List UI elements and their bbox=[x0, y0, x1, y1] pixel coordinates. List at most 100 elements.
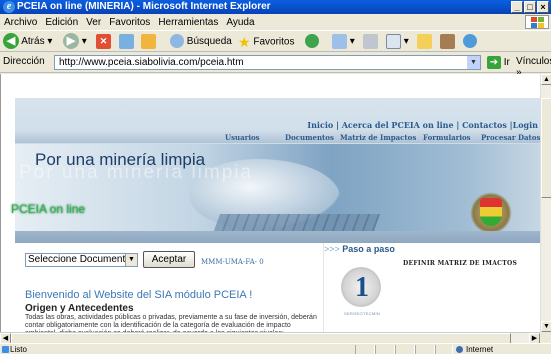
back-arrow-icon: ◀ bbox=[3, 33, 19, 50]
messenger-button[interactable] bbox=[463, 33, 477, 51]
edit-icon bbox=[386, 33, 401, 49]
top-links: Inicio | Acerca del PCEIA on line | Cont… bbox=[307, 120, 538, 130]
menu-herramientas[interactable]: Herramientas bbox=[154, 15, 222, 31]
nav-matriz-impactos[interactable]: Matriz de Impactos bbox=[340, 133, 416, 142]
horizontal-scrollbar[interactable]: ◀ ▶ bbox=[0, 332, 540, 344]
menu-ayuda[interactable]: Ayuda bbox=[222, 15, 258, 31]
favorites-label: Favoritos bbox=[253, 36, 295, 48]
link-login[interactable]: Login bbox=[513, 120, 538, 130]
mail-button[interactable]: ▾ bbox=[332, 33, 355, 51]
address-input[interactable]: http://www.pceia.siabolivia.com/pceia.ht… bbox=[54, 55, 481, 70]
messenger-icon bbox=[463, 34, 477, 49]
windows-logo-icon bbox=[525, 15, 549, 29]
column-divider bbox=[323, 243, 324, 332]
document-select[interactable]: Seleccione Documento ▼ bbox=[25, 253, 138, 267]
bolivia-crest-icon bbox=[470, 192, 512, 234]
refresh-button[interactable] bbox=[119, 33, 134, 51]
search-button[interactable]: Búsqueda bbox=[170, 33, 232, 51]
menu-archivo[interactable]: Archivo bbox=[0, 15, 41, 31]
home-icon bbox=[141, 33, 156, 49]
nav-formularios[interactable]: Formularios bbox=[423, 133, 471, 142]
status-cell bbox=[395, 345, 415, 354]
close-button[interactable]: × bbox=[537, 1, 549, 13]
maximize-button[interactable]: □ bbox=[524, 1, 536, 13]
paso-a-paso-link[interactable]: >>> Paso a paso bbox=[324, 244, 395, 254]
search-icon bbox=[170, 34, 184, 49]
edit-button[interactable]: ▾ bbox=[386, 33, 409, 51]
address-url: http://www.pceia.siabolivia.com/pceia.ht… bbox=[59, 57, 244, 68]
favorites-star-icon: ★ bbox=[238, 34, 251, 50]
minimize-button[interactable]: _ bbox=[511, 1, 523, 13]
forward-arrow-icon: ▶ bbox=[63, 33, 79, 50]
folder-icon bbox=[417, 33, 432, 49]
history-button[interactable] bbox=[305, 33, 319, 51]
vertical-scrollbar[interactable]: ▲ ▼ bbox=[540, 74, 551, 332]
menu-edicion[interactable]: Edición bbox=[41, 15, 82, 31]
back-label: Atrás bbox=[21, 36, 45, 47]
vertical-scroll-thumb[interactable] bbox=[541, 98, 551, 198]
page-viewport: Inicio | Acerca del PCEIA on line | Cont… bbox=[0, 74, 540, 332]
document-code: MMM-UMA-FA- 0 bbox=[201, 258, 264, 266]
menu-favoritos[interactable]: Favoritos bbox=[105, 15, 154, 31]
paso-chevrons: >>> bbox=[324, 244, 340, 254]
forward-button[interactable]: ▶ ▾ bbox=[63, 33, 87, 51]
stop-button[interactable]: ✕ bbox=[96, 33, 111, 51]
address-bar: Dirección http://www.pceia.siabolivia.co… bbox=[0, 53, 551, 78]
print-icon bbox=[363, 33, 378, 49]
step-one-badge[interactable]: 1 bbox=[341, 267, 381, 307]
scroll-up-icon[interactable]: ▲ bbox=[541, 74, 551, 85]
paso-label: Paso a paso bbox=[342, 244, 395, 254]
links-label: Vínculos bbox=[516, 56, 551, 67]
favorites-button[interactable]: ★ Favoritos bbox=[238, 33, 294, 51]
history-icon bbox=[305, 34, 319, 49]
window-title: PCEIA on line (MINERIA) - Microsoft Inte… bbox=[17, 1, 271, 12]
link-contactos[interactable]: Contactos bbox=[462, 120, 507, 130]
status-cell bbox=[355, 345, 375, 354]
go-button[interactable]: ➔ Ir bbox=[487, 56, 510, 69]
status-bar: Listo Internet bbox=[0, 343, 551, 354]
nav-usuarios[interactable]: Usuarios bbox=[225, 133, 260, 142]
internet-globe-icon bbox=[456, 346, 463, 354]
ie-logo-icon: e bbox=[3, 1, 15, 13]
menu-ver[interactable]: Ver bbox=[82, 15, 105, 31]
banner-footer-strip bbox=[15, 231, 540, 243]
go-arrow-icon: ➔ bbox=[487, 56, 501, 69]
chevron-down-icon: ▼ bbox=[125, 254, 137, 266]
standard-toolbar: ◀ Atrás ▾ ▶ ▾ ✕ Búsqueda ★ Favoritos ▾ ▾ bbox=[0, 30, 551, 52]
origin-heading: Origen y Antecedentes bbox=[25, 303, 134, 314]
link-inicio[interactable]: Inicio bbox=[307, 120, 333, 130]
scroll-down-icon[interactable]: ▼ bbox=[541, 321, 551, 332]
zone-label: Internet bbox=[466, 345, 494, 354]
stop-icon: ✕ bbox=[96, 33, 111, 49]
title-bar: e PCEIA on line (MINERIA) - Microsoft In… bbox=[0, 0, 551, 14]
badge-caption: SERGEOTECMIN bbox=[344, 311, 381, 316]
address-dropdown-icon[interactable]: ▼ bbox=[467, 56, 480, 69]
origin-paragraph: Todas las obras, actividades públicas o … bbox=[25, 314, 317, 332]
status-cell bbox=[375, 345, 395, 354]
main-content: Seleccione Documento ▼ Aceptar MMM-UMA-F… bbox=[15, 243, 317, 332]
address-label: Dirección bbox=[3, 56, 45, 67]
print-button[interactable] bbox=[363, 33, 378, 51]
go-label: Ir bbox=[503, 57, 510, 69]
definir-matriz-heading: DEFINIR MATRIZ DE IMACTOS bbox=[403, 260, 518, 267]
welcome-heading: Bienvenido al Website del SIA módulo PCE… bbox=[25, 289, 253, 301]
status-text: Listo bbox=[10, 345, 27, 354]
refresh-icon bbox=[119, 33, 134, 49]
accept-button[interactable]: Aceptar bbox=[143, 251, 195, 268]
folder-button[interactable] bbox=[417, 33, 432, 51]
back-button[interactable]: ◀ Atrás ▾ bbox=[3, 33, 52, 51]
main-nav: Usuarios Documentos Matriz de Impactos F… bbox=[15, 131, 540, 143]
nav-documentos[interactable]: Documentos bbox=[285, 133, 334, 142]
research-icon bbox=[440, 33, 455, 49]
document-select-value: Seleccione Documento bbox=[28, 254, 131, 265]
badge-number: 1 bbox=[355, 272, 369, 303]
research-button[interactable] bbox=[440, 33, 455, 51]
banner-subtitle: PCEIA on line bbox=[11, 202, 86, 216]
nav-procesar-datos[interactable]: Procesar Datos bbox=[481, 133, 540, 142]
browser-window: e PCEIA on line (MINERIA) - Microsoft In… bbox=[0, 0, 551, 354]
link-acerca[interactable]: Acerca del PCEIA on line bbox=[342, 120, 454, 130]
security-zone: Internet bbox=[456, 344, 493, 354]
status-cell bbox=[415, 345, 435, 354]
menu-bar: Archivo Edición Ver Favoritos Herramientas Ay… bbox=[0, 14, 551, 30]
home-button[interactable] bbox=[141, 33, 156, 51]
